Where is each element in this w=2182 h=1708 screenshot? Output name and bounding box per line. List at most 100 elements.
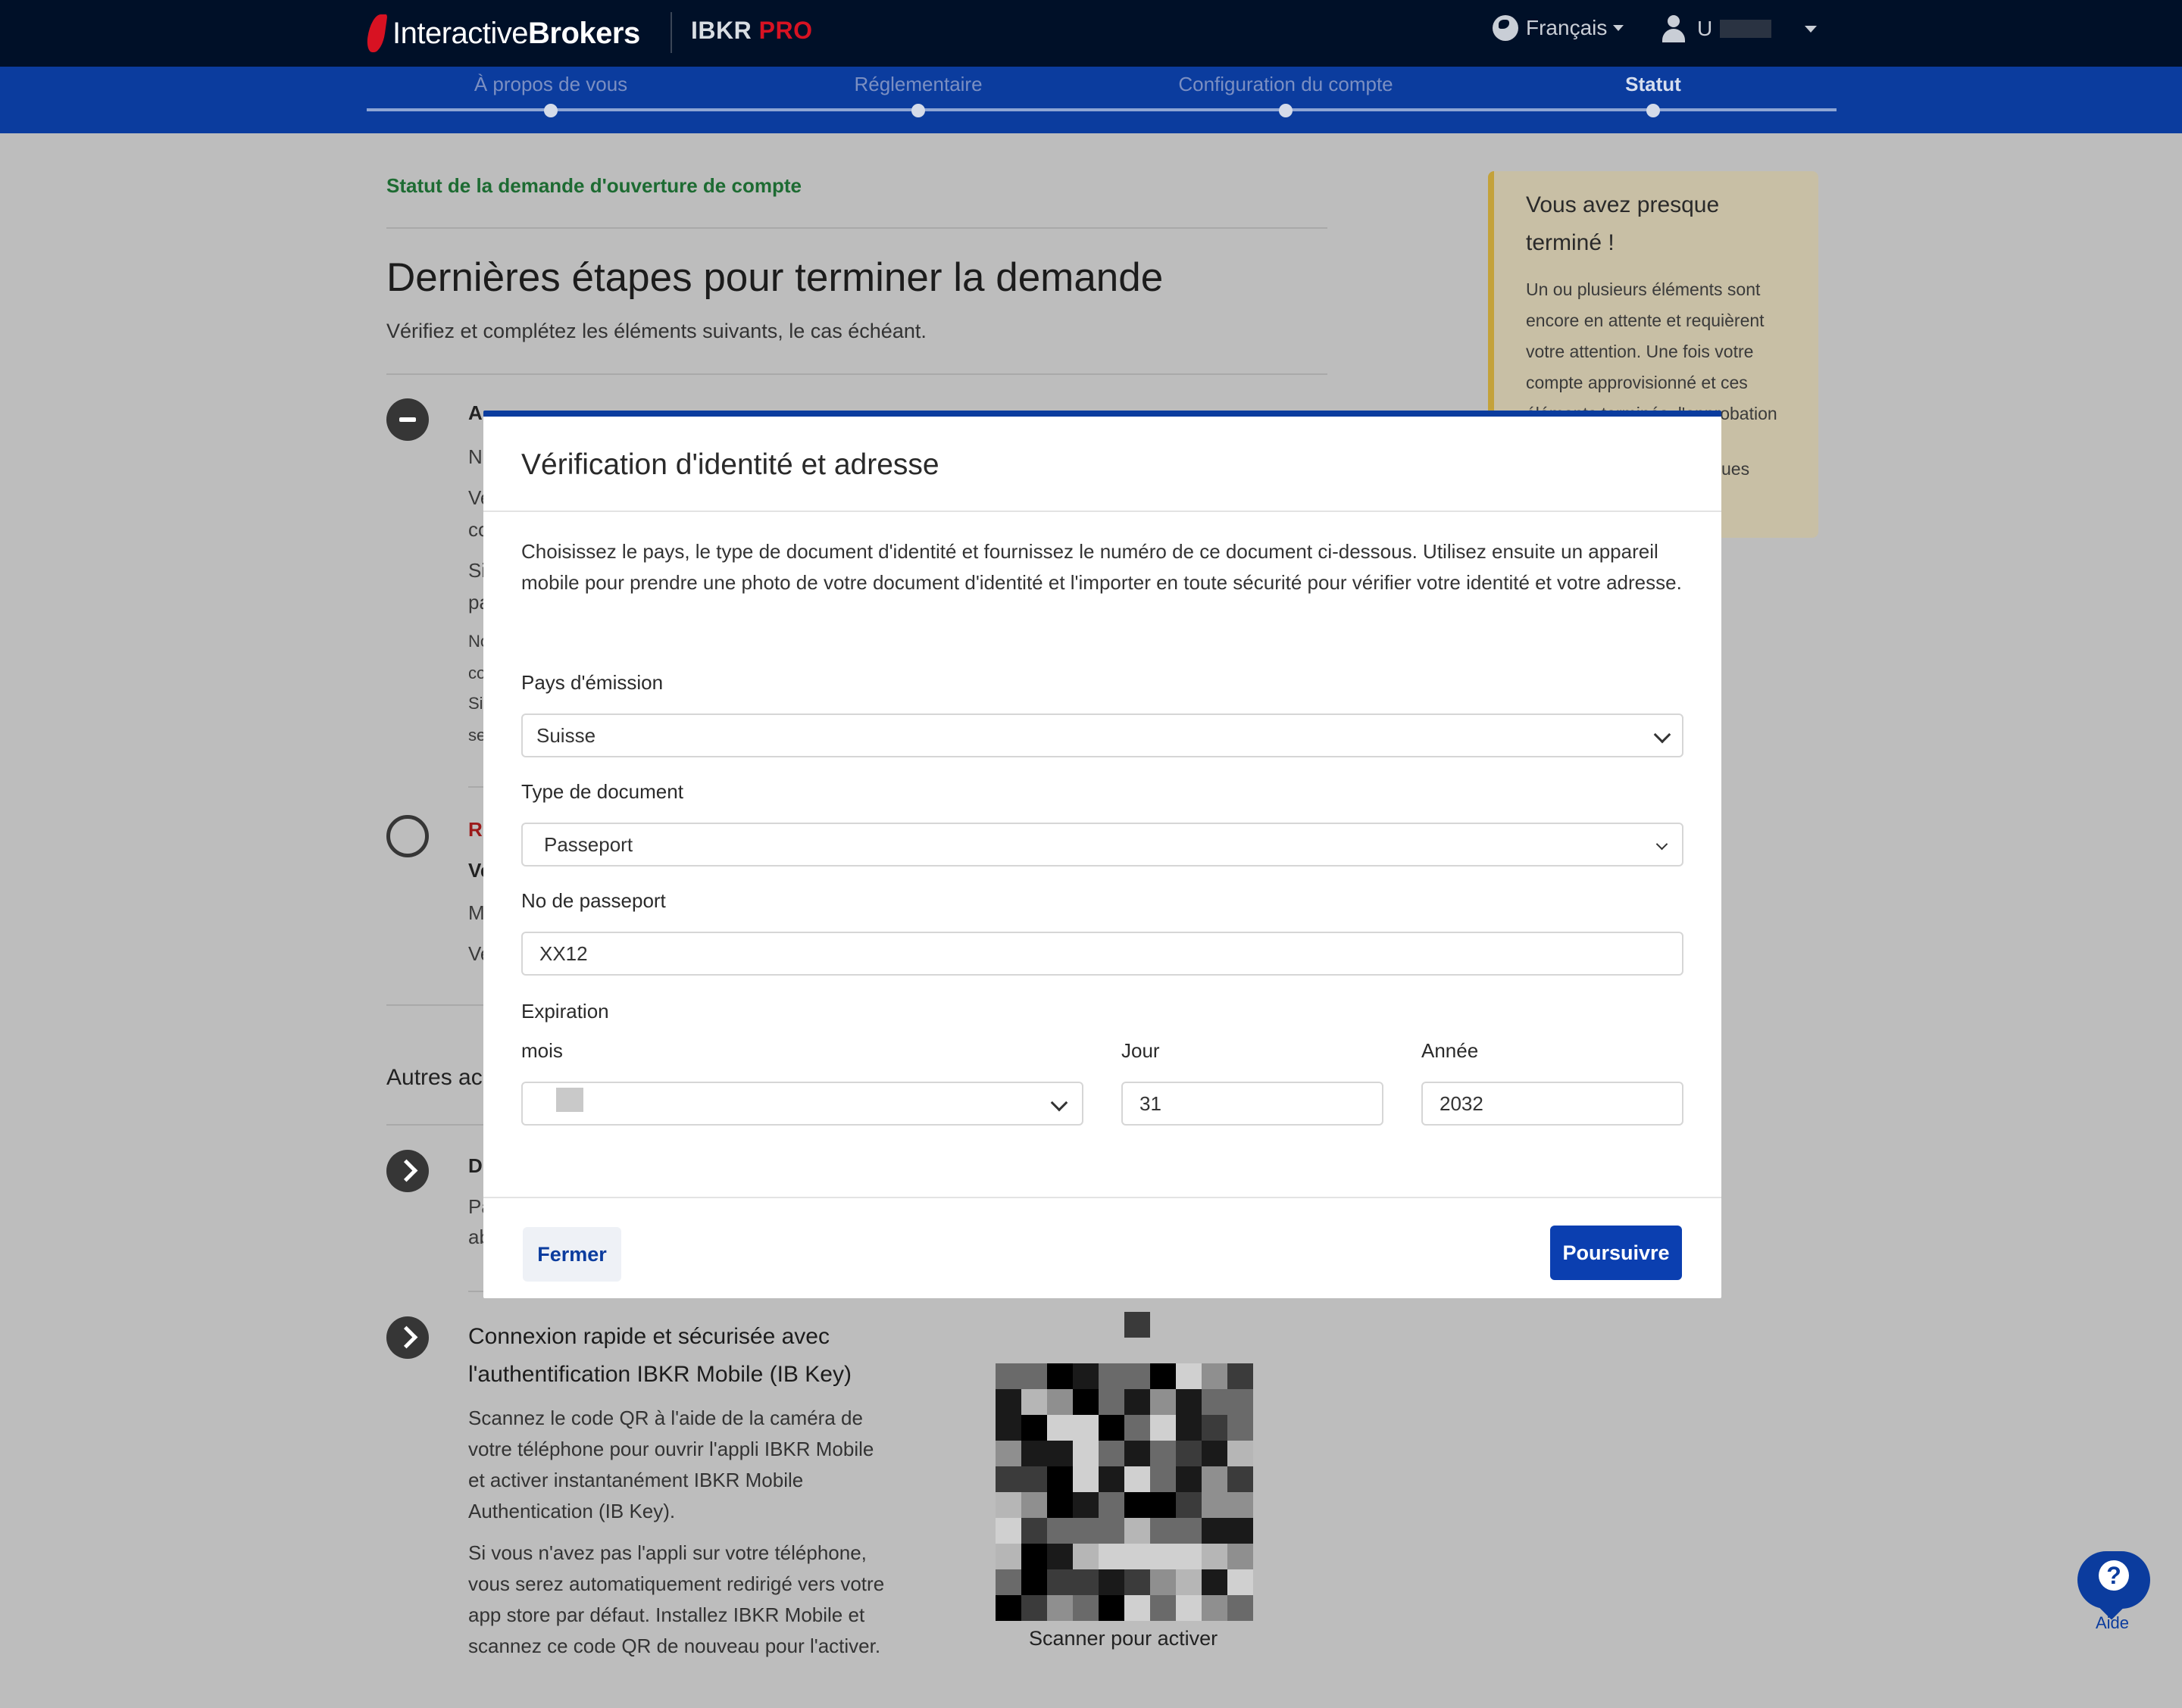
qr-cell <box>1099 1415 1124 1441</box>
qr-cell <box>1047 1389 1073 1415</box>
document-type-select[interactable]: Passeport <box>521 823 1683 866</box>
qr-cell <box>1021 1441 1047 1466</box>
qr-cell <box>1202 1389 1227 1415</box>
user-menu[interactable]: U <box>1661 15 1772 42</box>
qr-cell <box>1150 1569 1176 1595</box>
qr-cell <box>1176 1569 1202 1595</box>
qr-cell <box>1227 1441 1253 1466</box>
info-card-text: Un ou plusieurs éléments sont encore en … <box>1526 279 1777 423</box>
pending-circle-icon[interactable] <box>386 815 429 857</box>
qr-cell <box>1150 1389 1176 1415</box>
step-dot-active <box>1646 104 1660 117</box>
user-caret-down-icon[interactable] <box>1805 26 1817 33</box>
redacted-username <box>1720 20 1772 38</box>
caret-down-icon <box>1613 25 1624 31</box>
qr-cell <box>1124 1569 1150 1595</box>
qr-cell <box>996 1544 1021 1569</box>
qr-cell <box>1176 1544 1202 1569</box>
redacted-month <box>556 1088 583 1112</box>
other-actions-heading: Autres ac <box>386 1065 483 1090</box>
ibkey-instructions: Si vous n'avez pas l'appli sur votre tél… <box>468 1541 885 1657</box>
language-selector[interactable]: Français <box>1493 15 1624 41</box>
qr-cell <box>1124 1466 1150 1492</box>
modal-title: Vérification d'identité et adresse <box>521 448 939 481</box>
chevron-down-icon <box>1655 838 1668 851</box>
task-text-fragment: N <box>468 445 483 468</box>
qr-cell <box>996 1389 1021 1415</box>
qr-cell <box>1047 1569 1073 1595</box>
country-select[interactable]: Suisse <box>521 713 1683 757</box>
qr-cell <box>1150 1492 1176 1518</box>
collapse-minus-icon[interactable] <box>386 398 429 441</box>
qr-cell <box>1099 1389 1124 1415</box>
year-input[interactable]: 2032 <box>1421 1082 1683 1126</box>
chevron-down-icon <box>1653 726 1671 744</box>
task-title-fragment: A <box>468 401 483 424</box>
day-input[interactable]: 31 <box>1121 1082 1383 1126</box>
step-dot <box>544 104 558 117</box>
qr-cell <box>1073 1518 1099 1544</box>
help-button[interactable]: ? <box>2077 1551 2150 1609</box>
month-label: mois <box>521 1039 563 1062</box>
chevron-right-icon[interactable] <box>386 1316 429 1359</box>
qr-cell <box>1202 1466 1227 1492</box>
qr-cell <box>1202 1415 1227 1441</box>
brand-divider <box>671 12 672 53</box>
qr-cell <box>1047 1492 1073 1518</box>
qr-cell <box>1227 1466 1253 1492</box>
qr-cell <box>1176 1363 1202 1389</box>
continue-button[interactable]: Poursuivre <box>1550 1226 1682 1280</box>
qr-cell <box>1227 1415 1253 1441</box>
month-select[interactable] <box>521 1082 1083 1126</box>
top-navbar: InteractiveBrokers IBKR PRO Français U <box>0 0 2182 67</box>
question-icon: ? <box>2099 1560 2129 1591</box>
qr-cell <box>1073 1363 1099 1389</box>
chevron-down-icon <box>1050 1094 1068 1112</box>
qr-cell <box>1150 1441 1176 1466</box>
qr-cell <box>1021 1415 1047 1441</box>
qr-cell <box>1227 1363 1253 1389</box>
qr-cell <box>996 1569 1021 1595</box>
qr-cell <box>1124 1595 1150 1621</box>
help-label[interactable]: Aide <box>2096 1613 2129 1633</box>
passport-number-input[interactable]: XX12 <box>521 932 1683 976</box>
qr-cell <box>1202 1544 1227 1569</box>
close-button[interactable]: Fermer <box>523 1227 621 1282</box>
qr-cell <box>996 1415 1021 1441</box>
divider <box>386 227 1327 229</box>
action-title-fragment: D <box>468 1154 483 1177</box>
qr-cell <box>1202 1595 1227 1621</box>
page-subtitle: Vérifiez et complétez les éléments suiva… <box>386 320 927 342</box>
brand-logo[interactable]: InteractiveBrokers <box>365 11 640 56</box>
document-type-value: Passeport <box>544 833 633 856</box>
passport-number-label: No de passeport <box>521 889 666 912</box>
user-icon <box>1661 15 1687 42</box>
identity-verification-modal: Vérification d'identité et adresse Chois… <box>483 411 1721 1298</box>
qr-marker <box>1124 1312 1150 1338</box>
modal-footer-divider <box>483 1197 1721 1198</box>
qr-cell <box>1176 1492 1202 1518</box>
qr-cell <box>1047 1544 1073 1569</box>
ibkey-title: Connexion rapide et sécurisée avec l'aut… <box>468 1324 852 1387</box>
qr-cell <box>1202 1518 1227 1544</box>
globe-icon <box>1493 15 1518 41</box>
qr-cell <box>996 1492 1021 1518</box>
step-regulatory: Réglementaire <box>854 73 983 95</box>
qr-cell <box>1124 1363 1150 1389</box>
status-link[interactable]: Statut de la demande d'ouverture de comp… <box>386 174 802 198</box>
qr-cell <box>1124 1518 1150 1544</box>
qr-cell <box>1124 1544 1150 1569</box>
chevron-right-icon[interactable] <box>386 1150 429 1192</box>
user-initial: U <box>1697 17 1713 40</box>
brand-flame-icon <box>365 13 388 54</box>
expiration-label: Expiration <box>521 1000 609 1023</box>
page-title: Dernières étapes pour terminer la demand… <box>386 255 1164 300</box>
stepper-track <box>367 108 1837 111</box>
brand-name: InteractiveBrokers <box>392 16 640 50</box>
year-value: 2032 <box>1440 1092 1483 1115</box>
day-label: Jour <box>1121 1039 1160 1062</box>
qr-cell <box>1176 1389 1202 1415</box>
document-type-label: Type de document <box>521 780 683 803</box>
qr-cell <box>1124 1389 1150 1415</box>
qr-cell <box>1047 1441 1073 1466</box>
